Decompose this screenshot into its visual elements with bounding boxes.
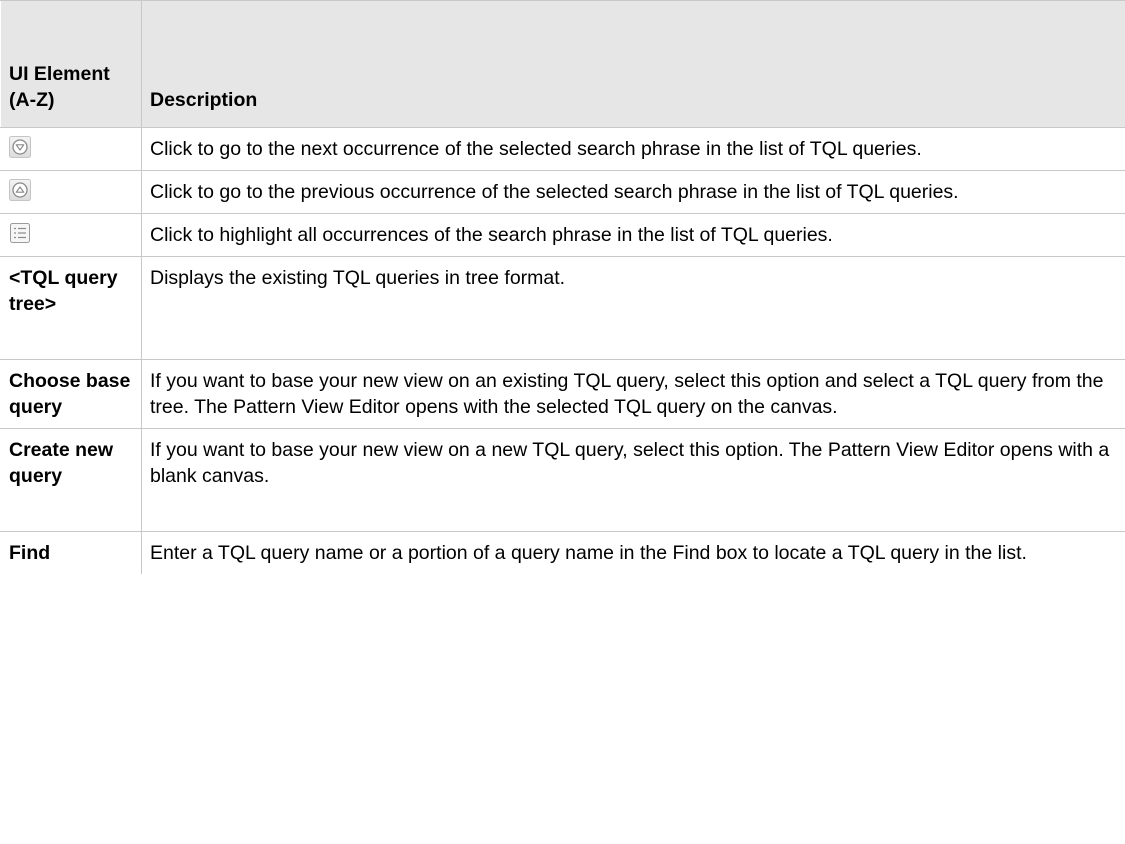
table-row: Click to go to the previous occurrence o…: [0, 170, 1125, 214]
description-cell: If you want to base your new view on a n…: [141, 428, 1125, 532]
element-cell: [0, 213, 142, 257]
element-cell: Create new query: [0, 428, 142, 532]
highlight-all-icon: [9, 222, 31, 244]
element-cell: [0, 127, 142, 171]
next-occurrence-icon: [9, 136, 31, 158]
table-row: <TQL query tree> Displays the existing T…: [0, 256, 1125, 360]
previous-occurrence-icon: [9, 179, 31, 201]
description-cell: If you want to base your new view on an …: [141, 359, 1125, 429]
table-body: Click to go to the next occurrence of th…: [0, 127, 1125, 574]
description-cell: Click to go to the next occurrence of th…: [141, 127, 1125, 171]
element-cell: Choose base query: [0, 359, 142, 429]
header-row: UI Element (A-Z) Description: [0, 0, 1125, 128]
header-ui-element: UI Element (A-Z): [0, 0, 142, 128]
description-cell: Displays the existing TQL queries in tre…: [141, 256, 1125, 360]
ui-elements-table: UI Element (A-Z) Description Click to go…: [0, 0, 1125, 574]
element-cell: Find: [0, 531, 142, 574]
element-cell: <TQL query tree>: [0, 256, 142, 360]
table-row: Click to highlight all occurrences of th…: [0, 213, 1125, 257]
description-cell: Enter a TQL query name or a portion of a…: [141, 531, 1125, 574]
element-cell: [0, 170, 142, 214]
description-cell: Click to highlight all occurrences of th…: [141, 213, 1125, 257]
table-header: UI Element (A-Z) Description: [0, 0, 1125, 128]
header-description: Description: [141, 0, 1125, 128]
table-row: Create new query If you want to base you…: [0, 428, 1125, 532]
description-cell: Click to go to the previous occurrence o…: [141, 170, 1125, 214]
table-row: Find Enter a TQL query name or a portion…: [0, 531, 1125, 574]
table-row: Click to go to the next occurrence of th…: [0, 127, 1125, 171]
table-row: Choose base query If you want to base yo…: [0, 359, 1125, 429]
